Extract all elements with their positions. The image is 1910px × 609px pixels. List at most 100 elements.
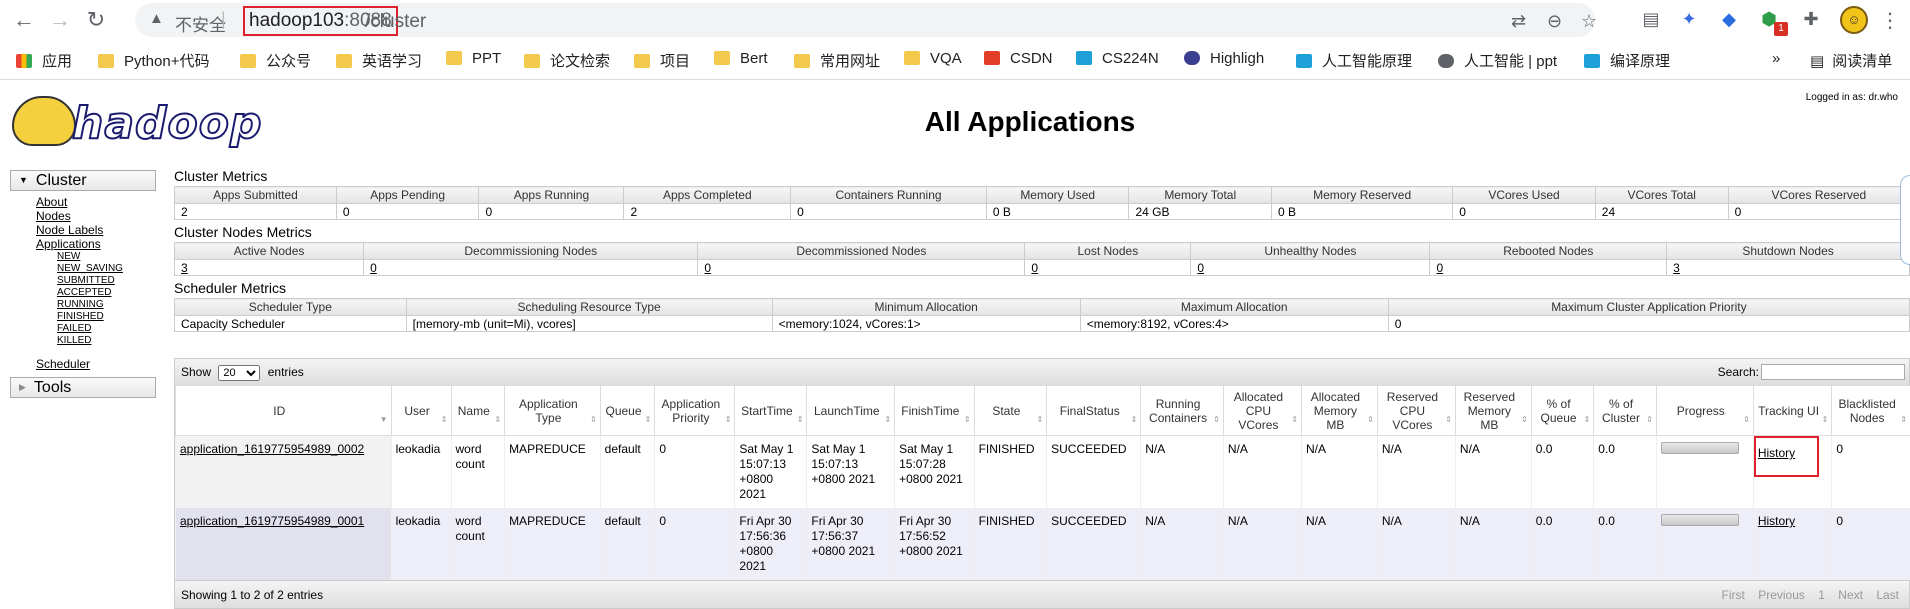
column-header[interactable]: Allocated CPU VCores⇕ (1223, 386, 1301, 436)
kebab-menu-icon[interactable]: ⋮ (1880, 8, 1900, 33)
column-header[interactable]: Running Containers⇕ (1141, 386, 1224, 436)
metric-value-link[interactable]: 0 (370, 261, 377, 275)
nav-state-new[interactable]: NEW (57, 251, 156, 263)
pager-first[interactable]: First (1722, 588, 1745, 602)
tracking-history-link[interactable]: History (1758, 446, 1795, 460)
column-header[interactable]: Name⇕ (451, 386, 505, 436)
cell-amem: N/A (1301, 508, 1377, 580)
bookmark-star-icon[interactable]: ☆ (1581, 11, 1597, 32)
column-header[interactable]: ID▼ (176, 386, 392, 436)
bookmark-csdn[interactable]: CSDN (984, 50, 1053, 67)
back-icon[interactable]: ← (10, 6, 38, 34)
bookmark-folder[interactable]: Python+代码 (98, 50, 209, 71)
column-header[interactable]: FinalStatus⇕ (1047, 386, 1141, 436)
nav-state-new-saving[interactable]: NEW_SAVING (57, 263, 156, 275)
warning-icon[interactable]: ▲ (149, 10, 164, 27)
nav-link-about[interactable]: About (36, 195, 156, 209)
metric-value-link[interactable]: 0 (1031, 261, 1038, 275)
pager-next[interactable]: Next (1838, 588, 1863, 602)
bookmark-apps[interactable]: 应用 (16, 50, 72, 71)
bookmark-folder[interactable]: 公众号 (240, 50, 311, 71)
metric-value-link[interactable]: 3 (1673, 261, 1680, 275)
nav-state-submitted[interactable]: SUBMITTED (57, 275, 156, 287)
column-header[interactable]: Allocated Memory MB⇕ (1301, 386, 1377, 436)
nav-link-node-labels[interactable]: Node Labels (36, 223, 156, 237)
search-input[interactable] (1761, 364, 1905, 380)
profile-avatar[interactable]: ☺ (1840, 6, 1868, 34)
bookmark-folder[interactable]: VQA (904, 50, 962, 67)
extensions-puzzle-icon[interactable]: ✚ (1798, 6, 1824, 32)
column-header-label: Application Priority (662, 397, 721, 425)
tracking-history-link[interactable]: History (1758, 514, 1795, 528)
insecure-label[interactable]: 不安全 (175, 11, 226, 36)
sort-icon: ⇕ (1131, 413, 1138, 427)
column-header[interactable]: LaunchTime⇕ (807, 386, 895, 436)
bookmark-ai-ppt[interactable]: 人工智能 | ppt (1438, 50, 1557, 71)
column-header[interactable]: Reserved CPU VCores⇕ (1377, 386, 1455, 436)
node-metrics-title: Cluster Nodes Metrics (174, 222, 1910, 242)
bookmark-folder[interactable]: 英语学习 (336, 50, 422, 71)
reload-icon[interactable]: ↻ (82, 6, 110, 34)
metric-value-link[interactable]: 3 (181, 261, 188, 275)
column-header[interactable]: % of Cluster⇕ (1594, 386, 1656, 436)
bookmarks-overflow[interactable]: » (1772, 50, 1780, 67)
nav-cluster-header[interactable]: ▼Cluster (10, 170, 156, 191)
metric-value: 0 (1025, 260, 1191, 276)
sort-icon: ⇕ (884, 413, 891, 427)
address-bar[interactable]: ▲ 不安全 | hadoop103:8088 /cluster ⇄ ⊖ ☆ (135, 3, 1595, 37)
zoom-icon[interactable]: ⊖ (1547, 11, 1562, 32)
metric-header: Apps Completed (624, 187, 791, 204)
application-id-link[interactable]: application_1619775954989_0001 (180, 514, 364, 528)
column-header[interactable]: State⇕ (974, 386, 1047, 436)
bookmark-cs224n[interactable]: CS224N (1076, 50, 1159, 67)
bookmark-folder[interactable]: 论文检索 (524, 50, 610, 71)
column-header[interactable]: FinishTime⇕ (895, 386, 974, 436)
pager-previous[interactable]: Previous (1758, 588, 1805, 602)
nav-link-nodes[interactable]: Nodes (36, 209, 156, 223)
column-header[interactable]: % of Queue⇕ (1531, 386, 1593, 436)
column-header[interactable]: Progress⇕ (1656, 386, 1753, 436)
url-path[interactable]: /cluster (365, 11, 426, 33)
reading-list[interactable]: ▤阅读清单 (1810, 50, 1892, 71)
bookmark-folder[interactable]: 常用网址 (794, 50, 880, 71)
nav-state-finished[interactable]: FINISHED (57, 311, 156, 323)
column-header[interactable]: User⇕ (391, 386, 451, 436)
column-header[interactable]: Queue⇕ (600, 386, 655, 436)
extension-plane-icon[interactable]: ✦ (1676, 6, 1702, 32)
bookmark-folder[interactable]: PPT (446, 50, 501, 67)
metric-value-link[interactable]: 0 (1436, 261, 1443, 275)
column-header[interactable]: Reserved Memory MB⇕ (1455, 386, 1531, 436)
bookmark-highligh[interactable]: Highligh (1184, 50, 1264, 67)
nav-state-running[interactable]: RUNNING (57, 299, 156, 311)
column-header[interactable]: Application Priority⇕ (655, 386, 735, 436)
bookmark-compiler[interactable]: 编译原理 (1584, 50, 1670, 71)
column-header[interactable]: Application Type⇕ (505, 386, 601, 436)
application-id-link[interactable]: application_1619775954989_0002 (180, 442, 364, 456)
pager-last[interactable]: Last (1876, 588, 1899, 602)
cell-final: SUCCEEDED (1047, 508, 1141, 580)
metric-header: Apps Running (479, 187, 624, 204)
column-header[interactable]: Blacklisted Nodes⇕ (1832, 386, 1910, 436)
page-icon[interactable]: ▤ (1638, 6, 1664, 32)
bookmark-ai-principles[interactable]: 人工智能原理 (1296, 50, 1412, 71)
translate-icon[interactable]: ⇄ (1511, 11, 1526, 32)
entries-select[interactable]: 20 (218, 365, 260, 381)
nav-link-applications[interactable]: Applications (36, 237, 156, 251)
forward-icon[interactable]: → (46, 6, 74, 34)
extension-hat-icon[interactable]: ◆ (1716, 6, 1742, 32)
cell-type: MAPREDUCE (505, 436, 601, 509)
column-header[interactable]: Tracking UI⇕ (1753, 386, 1831, 436)
nav-state-killed[interactable]: KILLED (57, 335, 156, 347)
metric-value-link[interactable]: 0 (1197, 261, 1204, 275)
nav-tools-header[interactable]: ▶Tools (10, 377, 156, 398)
bookmark-folder[interactable]: 项目 (634, 50, 690, 71)
pager-page[interactable]: 1 (1818, 588, 1825, 602)
metric-value-link[interactable]: 0 (704, 261, 711, 275)
side-scroll-tab[interactable] (1900, 175, 1910, 265)
nav-state-accepted[interactable]: ACCEPTED (57, 287, 156, 299)
column-header[interactable]: StartTime⇕ (735, 386, 807, 436)
nav-link-scheduler[interactable]: Scheduler (36, 357, 156, 371)
nav-state-failed[interactable]: FAILED (57, 323, 156, 335)
metric-value: <memory:1024, vCores:1> (772, 316, 1080, 332)
bookmark-folder[interactable]: Bert (714, 50, 768, 67)
